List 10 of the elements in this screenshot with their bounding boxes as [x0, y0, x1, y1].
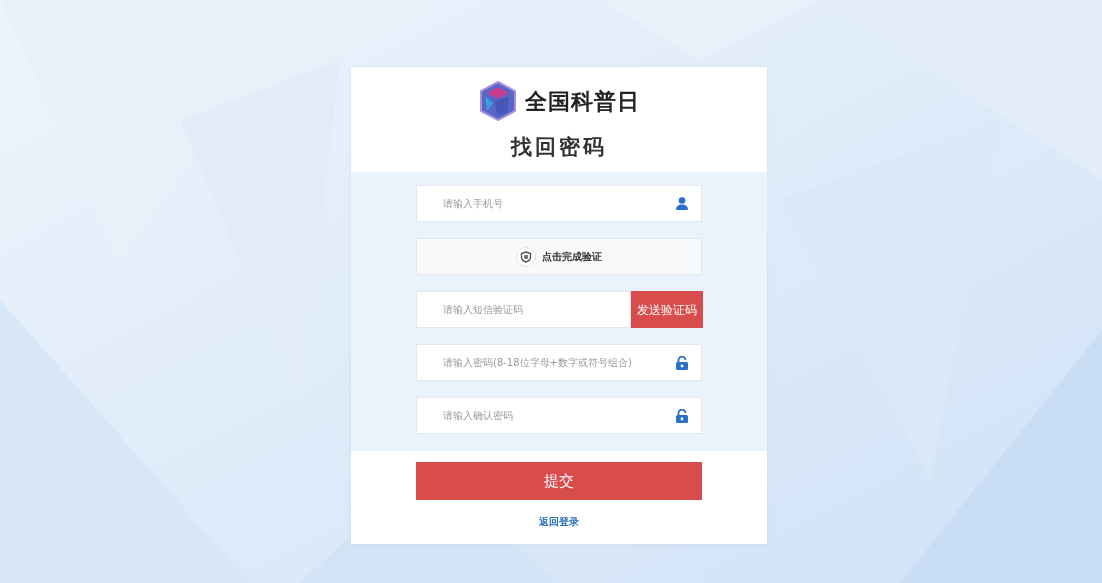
send-code-button[interactable]: 发送验证码 [631, 291, 703, 328]
sms-code-field[interactable]: 请输入短信验证码 [416, 291, 631, 328]
submit-button[interactable]: 提交 [416, 462, 702, 500]
password-field[interactable]: 请输入密码(8-18位字母+数字或符号组合) [416, 344, 702, 381]
captcha-button[interactable]: 点击完成验证 [416, 238, 702, 275]
password-field[interactable]: 请输入确认密码 [416, 397, 702, 434]
brand-name: 全国科普日 [524, 87, 640, 116]
phone-field[interactable]: 请输入手机号 [416, 185, 702, 222]
back-to-login-link[interactable]: 返回登录 [539, 516, 579, 527]
page-title: 找回密码 [509, 133, 608, 161]
